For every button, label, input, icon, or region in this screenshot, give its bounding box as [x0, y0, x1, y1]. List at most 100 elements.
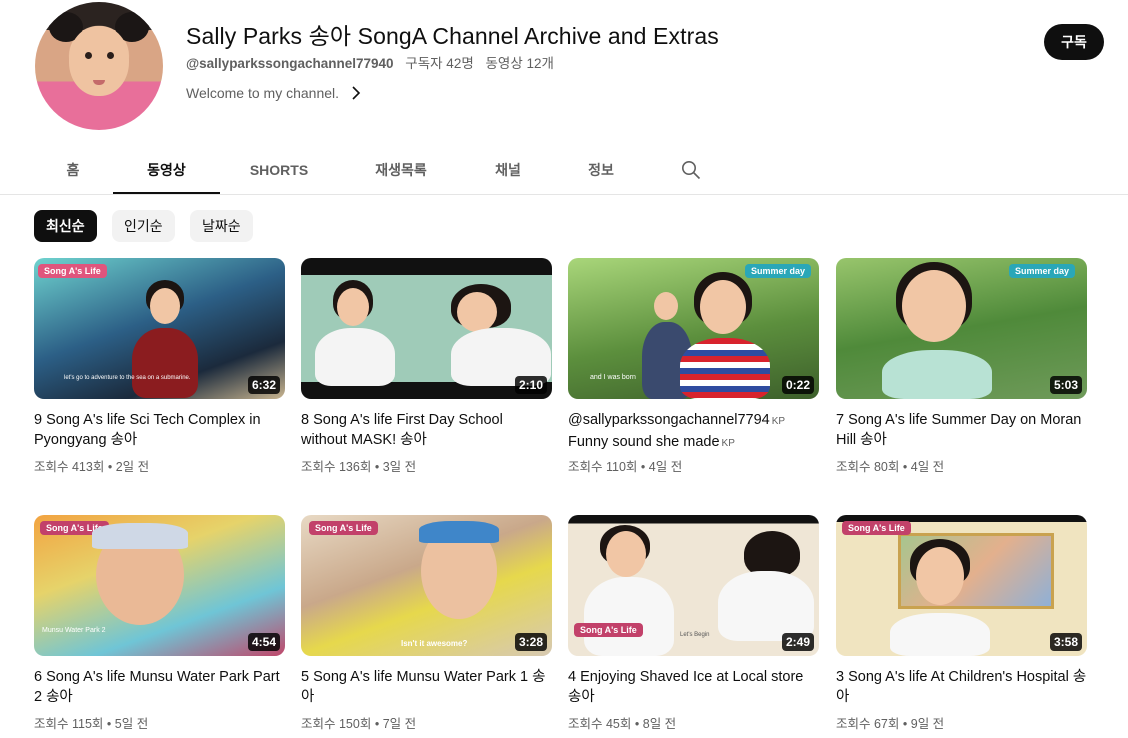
thumbnail-figure-head	[902, 270, 966, 342]
video-title-line-2: Funny sound she made	[568, 434, 720, 450]
thumbnail-figure-body-2	[680, 338, 770, 399]
video-views: 조회수 45회	[568, 717, 632, 731]
video-duration: 5:03	[1049, 376, 1082, 394]
channel-handle: @sallyparkssongachannel77940	[186, 56, 394, 71]
thumbnail-figure-head	[337, 288, 369, 326]
video-card[interactable]: Song A's Life Isn't it awesome? 3:28 5 S…	[301, 515, 552, 732]
video-thumbnail[interactable]: Song A's Life 3:58	[836, 515, 1087, 656]
channel-avatar[interactable]	[35, 2, 163, 130]
video-duration: 4:54	[247, 633, 280, 651]
thumbnail-figure-head	[654, 292, 678, 320]
thumbnail-logo: Song A's Life	[842, 521, 911, 535]
video-thumbnail[interactable]: Summer day 5:03	[836, 258, 1087, 399]
thumbnail-caption: Let's Begin	[680, 632, 710, 638]
chip-oldest[interactable]: 날짜순	[190, 210, 253, 242]
thumbnail-logo: Song A's Life	[309, 521, 378, 535]
channel-description[interactable]: Welcome to my channel.	[186, 85, 363, 101]
tab-shorts[interactable]: SHORTS	[236, 148, 322, 192]
video-title[interactable]: 8 Song A's life First Day School without…	[301, 410, 552, 450]
tab-channels[interactable]: 채널	[480, 148, 536, 192]
meta-separator: •	[902, 717, 908, 731]
meta-separator: •	[374, 717, 380, 731]
video-title[interactable]: 9 Song A's life Sci Tech Complex in Pyon…	[34, 410, 285, 450]
video-card[interactable]: Summer day and I was born 0:22 @sallypar…	[568, 258, 819, 475]
avatar-eye-right	[107, 52, 114, 59]
video-views: 조회수 413회	[34, 460, 105, 474]
video-views: 조회수 115회	[34, 717, 104, 731]
thumbnail-caption: let's go to adventure to the sea on a su…	[64, 375, 191, 381]
video-meta: 조회수 413회 • 2일 전	[34, 456, 285, 475]
thumbnail-figure-head	[606, 531, 646, 577]
video-card[interactable]: Song A's Life Let's Begin 2:49 4 Enjoyin…	[568, 515, 819, 732]
video-card[interactable]: Summer day 5:03 7 Song A's life Summer D…	[836, 258, 1087, 475]
search-icon[interactable]	[681, 160, 701, 180]
tab-playlists[interactable]: 재생목록	[356, 148, 446, 192]
chip-popular[interactable]: 인기순	[112, 210, 175, 242]
video-card[interactable]: Song A's Life let's go to adventure to t…	[34, 258, 285, 475]
video-age: 5일 전	[114, 717, 149, 731]
thumbnail-caption: Munsu Water Park 2	[42, 627, 106, 634]
meta-separator: •	[640, 460, 646, 474]
video-meta: 조회수 45회 • 8일 전	[568, 713, 819, 732]
meta-separator: •	[902, 460, 908, 474]
video-card[interactable]: 2:10 8 Song A's life First Day School wi…	[301, 258, 552, 475]
meta-separator: •	[374, 460, 380, 474]
thumbnail-figure-head	[916, 547, 964, 605]
thumbnail-caption: Isn't it awesome?	[401, 639, 468, 648]
tab-about[interactable]: 정보	[574, 148, 628, 192]
thumbnail-figure-body-2	[718, 571, 814, 641]
video-age: 4일 전	[648, 460, 683, 474]
meta-separator: •	[107, 460, 113, 474]
thumbnail-figure-body	[584, 577, 674, 656]
video-duration: 2:10	[514, 376, 547, 394]
video-views: 조회수 80회	[836, 460, 900, 474]
video-thumbnail[interactable]: Song A's Life let's go to adventure to t…	[34, 258, 285, 399]
thumbnail-logo: Summer day	[744, 264, 811, 278]
thumbnail-figure-body	[882, 350, 992, 399]
thumbnail-caption: and I was born	[590, 374, 636, 381]
video-duration: 0:22	[781, 376, 814, 394]
video-duration: 3:58	[1049, 633, 1082, 651]
video-thumbnail[interactable]: Summer day and I was born 0:22	[568, 258, 819, 399]
video-title[interactable]: 4 Enjoying Shaved Ice at Local store 송아	[568, 667, 819, 707]
video-title[interactable]: 3 Song A's life At Children's Hospital 송…	[836, 667, 1087, 707]
video-duration: 3:28	[514, 633, 547, 651]
video-age: 8일 전	[642, 717, 677, 731]
chip-latest[interactable]: 최신순	[34, 210, 97, 242]
video-views: 조회수 136회	[301, 460, 372, 474]
video-card[interactable]: Song A's Life 3:58 3 Song A's life At Ch…	[836, 515, 1087, 732]
video-title-line-1: @sallyparkssongachannel7794	[568, 412, 770, 428]
video-thumbnail[interactable]: Song A's Life Isn't it awesome? 3:28	[301, 515, 552, 656]
meta-separator: •	[634, 717, 640, 731]
thumbnail-figure-body	[890, 613, 990, 656]
subscribe-button[interactable]: 구독	[1044, 24, 1104, 60]
video-duration: 6:32	[247, 376, 280, 394]
thumbnail-swim-cap	[92, 523, 188, 549]
tab-home[interactable]: 홈	[42, 148, 104, 192]
video-age: 9일 전	[910, 717, 945, 731]
kp-badge: KP	[771, 416, 786, 427]
kp-badge-2: KP	[721, 438, 735, 449]
video-views: 조회수 110회	[568, 460, 638, 474]
video-title[interactable]: @sallyparkssongachannel7794 KP Funny soun…	[568, 410, 819, 450]
video-duration: 2:49	[781, 633, 814, 651]
video-meta: 조회수 110회 • 4일 전	[568, 456, 819, 475]
meta-separator: •	[106, 717, 112, 731]
video-views: 조회수 150회	[301, 717, 372, 731]
thumbnail-figure-body	[315, 328, 395, 386]
video-age: 3일 전	[382, 460, 417, 474]
video-title[interactable]: 7 Song A's life Summer Day on Moran Hill…	[836, 410, 1087, 450]
video-age: 2일 전	[115, 460, 150, 474]
video-thumbnail[interactable]: 2:10	[301, 258, 552, 399]
video-thumbnail[interactable]: Song A's Life Let's Begin 2:49	[568, 515, 819, 656]
video-card[interactable]: Song A's Life Munsu Water Park 2 4:54 6 …	[34, 515, 285, 732]
video-meta: 조회수 150회 • 7일 전	[301, 713, 552, 732]
thumbnail-figure-head	[150, 288, 180, 324]
tab-videos[interactable]: 동영상	[113, 148, 220, 194]
video-title[interactable]: 5 Song A's life Munsu Water Park 1 송아	[301, 667, 552, 707]
video-thumbnail[interactable]: Song A's Life Munsu Water Park 2 4:54	[34, 515, 285, 656]
video-views: 조회수 67회	[836, 717, 900, 731]
video-title[interactable]: 6 Song A's life Munsu Water Park Part 2 …	[34, 667, 285, 707]
avatar-face	[69, 26, 129, 96]
thumbnail-figure-head-2	[457, 292, 497, 332]
